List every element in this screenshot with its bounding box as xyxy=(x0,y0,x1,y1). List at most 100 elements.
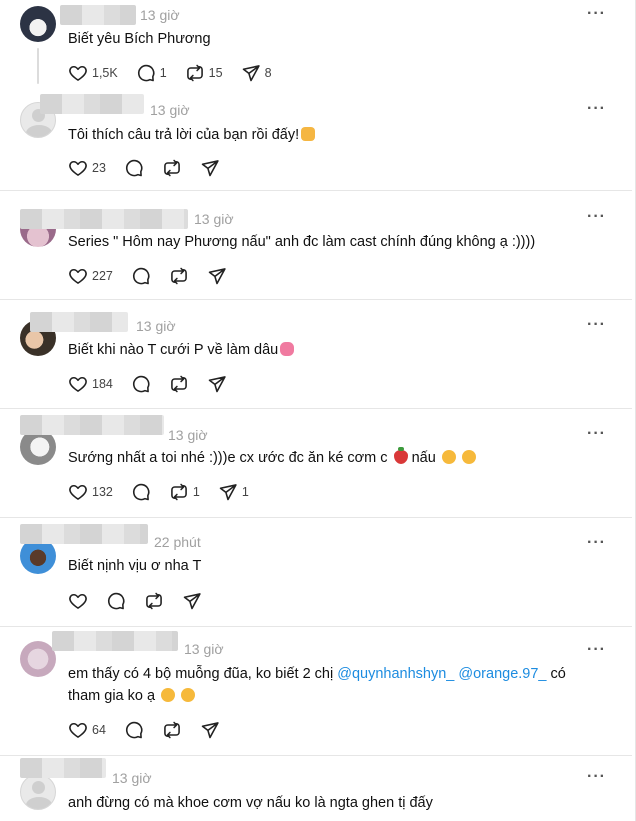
post-text: tham gia ko ạ xyxy=(68,685,196,707)
post-time: 13 giờ xyxy=(112,770,152,786)
like-button[interactable]: 132 xyxy=(68,482,113,502)
share-button[interactable]: 1 xyxy=(218,482,249,502)
repost-button[interactable] xyxy=(162,158,182,178)
like-button[interactable]: 1,5K xyxy=(68,63,118,83)
reply-post: 13 giờ ··· Biết yêu Bích Phương 1,5K 1 1… xyxy=(0,0,632,92)
post-text-content: Sướng nhất a toi nhé :)))e cx ước đc ăn … xyxy=(68,450,388,466)
mention-link[interactable]: @orange.97_ xyxy=(458,666,546,682)
more-options-icon[interactable]: ··· xyxy=(587,641,606,659)
repost-button[interactable] xyxy=(144,591,164,611)
post-text-content: nấu xyxy=(411,450,436,466)
blushing-face-icon xyxy=(461,450,476,464)
reply-post: 22 phút ··· Biết nịnh vịu ơ nha T xyxy=(0,518,632,626)
reply-post: 13 giờ ··· Biết khi nào T cưới P về làm … xyxy=(0,300,632,408)
send-icon xyxy=(207,374,227,394)
post-text-content: em thấy có 4 bộ muỗng đũa, ko biết 2 chị xyxy=(68,666,334,682)
hug-icon xyxy=(280,342,295,356)
post-time: 13 giờ xyxy=(184,641,224,657)
more-options-icon[interactable]: ··· xyxy=(587,534,606,552)
reply-count: 1 xyxy=(159,66,167,80)
username-blurred[interactable] xyxy=(20,758,106,778)
share-button[interactable] xyxy=(200,720,220,740)
repost-button[interactable] xyxy=(169,266,189,286)
reply-button[interactable] xyxy=(131,266,151,286)
username-blurred[interactable] xyxy=(52,631,178,651)
more-options-icon[interactable]: ··· xyxy=(587,768,606,786)
repost-button[interactable]: 15 xyxy=(185,63,223,83)
share-button[interactable] xyxy=(182,591,202,611)
username-blurred[interactable] xyxy=(20,524,148,544)
reply-button[interactable] xyxy=(106,591,126,611)
more-options-icon[interactable]: ··· xyxy=(587,316,606,334)
repost-icon xyxy=(144,591,164,611)
repost-icon xyxy=(169,482,189,502)
username-blurred[interactable] xyxy=(20,415,164,435)
like-button[interactable]: 64 xyxy=(68,720,106,740)
action-bar: 64 xyxy=(68,720,238,740)
share-count: 8 xyxy=(264,66,272,80)
post-time: 22 phút xyxy=(154,534,201,550)
share-button[interactable] xyxy=(207,374,227,394)
mention-link[interactable]: @quynhanhshyn_ xyxy=(337,666,454,682)
reply-button[interactable]: 1 xyxy=(136,63,167,83)
like-button[interactable]: 23 xyxy=(68,158,106,178)
share-button[interactable]: 8 xyxy=(241,63,272,83)
more-options-icon[interactable]: ··· xyxy=(587,208,606,226)
repost-count: 15 xyxy=(208,66,223,80)
post-text-content: Tôi thích câu trả lời của bạn rồi đấy! xyxy=(68,127,300,143)
action-bar: 1,5K 1 15 8 xyxy=(68,63,290,83)
heart-icon xyxy=(68,591,88,611)
reply-button[interactable] xyxy=(124,720,144,740)
username-blurred[interactable] xyxy=(60,5,136,25)
reply-post: 13 giờ ··· Sướng nhất a toi nhé :)))e cx… xyxy=(0,409,632,517)
reply-button[interactable] xyxy=(131,482,151,502)
send-icon xyxy=(200,158,220,178)
username-blurred[interactable] xyxy=(20,209,188,229)
avatar[interactable] xyxy=(20,641,56,677)
post-time: 13 giờ xyxy=(140,7,180,23)
username-blurred[interactable] xyxy=(30,312,128,332)
action-bar: 132 1 1 xyxy=(68,482,267,502)
post-text-content: có xyxy=(550,666,566,682)
repost-icon xyxy=(185,63,205,83)
avatar[interactable] xyxy=(20,774,56,810)
like-button[interactable] xyxy=(68,591,88,611)
share-count: 1 xyxy=(241,485,249,499)
like-button[interactable]: 184 xyxy=(68,374,113,394)
like-count: 1,5K xyxy=(92,66,118,80)
heart-icon xyxy=(68,266,88,286)
post-time: 13 giờ xyxy=(194,211,234,227)
replies-feed: 13 giờ ··· Biết yêu Bích Phương 1,5K 1 1… xyxy=(0,0,636,821)
fist-icon xyxy=(301,127,316,141)
post-time: 13 giờ xyxy=(150,102,190,118)
repost-icon xyxy=(169,374,189,394)
blushing-face-icon xyxy=(161,688,176,702)
blushing-face-icon xyxy=(441,450,456,464)
action-bar xyxy=(68,591,220,611)
post-text: Sướng nhất a toi nhé :)))e cx ước đc ăn … xyxy=(68,447,476,469)
comment-icon xyxy=(131,266,151,286)
more-options-icon[interactable]: ··· xyxy=(587,425,606,443)
more-options-icon[interactable]: ··· xyxy=(587,5,606,23)
repost-icon xyxy=(162,158,182,178)
like-button[interactable]: 227 xyxy=(68,266,113,286)
avatar[interactable] xyxy=(20,6,56,42)
action-bar: 184 xyxy=(68,374,245,394)
share-button[interactable] xyxy=(207,266,227,286)
strawberry-icon xyxy=(393,447,408,464)
send-icon xyxy=(200,720,220,740)
heart-icon xyxy=(68,63,88,83)
share-button[interactable] xyxy=(200,158,220,178)
post-text: Series " Hôm nay Phương nấu" anh đc làm … xyxy=(68,234,536,250)
repost-button[interactable]: 1 xyxy=(169,482,200,502)
send-icon xyxy=(182,591,202,611)
repost-button[interactable] xyxy=(169,374,189,394)
username-blurred[interactable] xyxy=(40,94,144,114)
reply-button[interactable] xyxy=(124,158,144,178)
blushing-face-icon xyxy=(181,688,196,702)
repost-button[interactable] xyxy=(162,720,182,740)
like-count: 184 xyxy=(92,377,113,391)
more-options-icon[interactable]: ··· xyxy=(587,100,606,118)
reply-button[interactable] xyxy=(131,374,151,394)
post-time: 13 giờ xyxy=(136,318,176,334)
